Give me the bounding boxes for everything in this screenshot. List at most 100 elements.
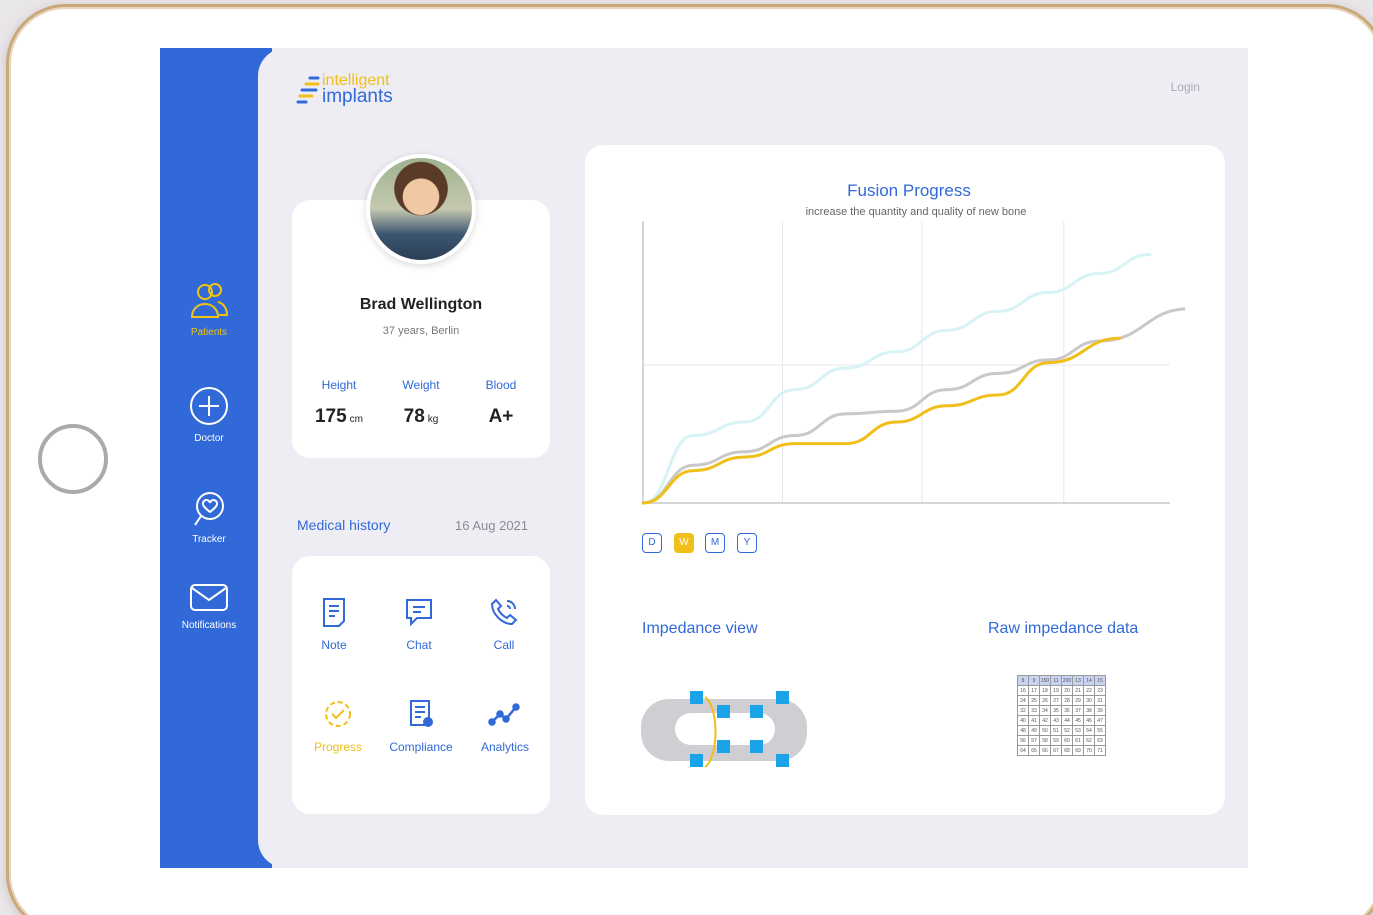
login-link[interactable]: Login: [1171, 80, 1200, 94]
actions-card: Note Chat Call Progress Compliance Analy…: [292, 556, 550, 814]
table-cell: 17: [1028, 685, 1040, 696]
table-cell: 42: [1039, 715, 1051, 726]
table-cell: 52: [1061, 725, 1073, 736]
sidebar-item-label: Patients: [190, 327, 228, 338]
raw-impedance-title[interactable]: Raw impedance data: [988, 620, 1138, 638]
table-cell: 22: [1083, 685, 1095, 696]
sidebar-item-doctor[interactable]: Doctor: [160, 385, 258, 444]
stat-value: 175 cm: [314, 406, 364, 427]
range-month-button[interactable]: M: [705, 533, 725, 553]
chat-icon: [406, 599, 432, 627]
table-cell: 49: [1028, 725, 1040, 736]
table-cell: 43: [1050, 715, 1062, 726]
table-cell: 68: [1061, 745, 1073, 756]
table-row: 48 49 50 51 52 53 54 55: [1017, 725, 1106, 736]
avatar[interactable]: [366, 154, 476, 264]
table-row: 8 9 150 11 200 13 14 15: [1017, 675, 1106, 686]
table-cell: 59: [1050, 735, 1062, 746]
range-year-button[interactable]: Y: [737, 533, 757, 553]
analytics-icon: [488, 703, 520, 726]
table-cell: 34: [1039, 705, 1051, 716]
users-icon: [190, 283, 229, 318]
stat-height: Height 175 cm: [299, 378, 379, 428]
range-week-button[interactable]: W: [674, 533, 694, 553]
table-row: 40 41 42 43 44 45 46 47: [1017, 715, 1106, 726]
brand-line2: implants: [322, 86, 393, 107]
chart-title: Fusion Progress: [847, 181, 971, 200]
table-cell: 55: [1094, 725, 1106, 736]
table-cell: 14: [1083, 675, 1095, 686]
action-compliance[interactable]: Compliance: [381, 698, 461, 754]
sidebar-item-tracker[interactable]: Tracker: [160, 490, 258, 545]
action-chat[interactable]: Chat: [379, 596, 459, 652]
table-cell: 46: [1083, 715, 1095, 726]
action-call[interactable]: Call: [464, 596, 544, 652]
table-cell: 11: [1050, 675, 1062, 686]
impedance-view-title[interactable]: Impedance view: [642, 620, 758, 638]
compliance-icon: [410, 700, 433, 727]
stat-weight: Weight 78 kg: [381, 378, 461, 428]
action-note[interactable]: Note: [294, 596, 374, 652]
sidebar-item-label: Doctor: [194, 433, 224, 444]
stat-label: Blood: [485, 378, 517, 392]
sidebar-item-notifications[interactable]: Notifications: [160, 582, 258, 631]
table-cell: 15: [1094, 675, 1106, 686]
table-cell: 21: [1072, 685, 1084, 696]
action-label: Compliance: [389, 740, 453, 754]
main-content: intelligent implants Login Brad Wellingt…: [258, 48, 1248, 868]
table-cell: 65: [1028, 745, 1040, 756]
table-cell: 27: [1050, 695, 1062, 706]
table-cell: 47: [1094, 715, 1106, 726]
table-cell: 29: [1072, 695, 1084, 706]
stat-blood: Blood A+: [461, 378, 541, 428]
table-cell: 45: [1072, 715, 1084, 726]
table-cell: 19: [1050, 685, 1062, 696]
action-analytics[interactable]: Analytics: [465, 698, 545, 754]
sidebar-item-label: Tracker: [192, 534, 226, 545]
table-cell: 20: [1061, 685, 1073, 696]
table-cell: 32: [1017, 705, 1029, 716]
stat-label: Weight: [402, 378, 440, 392]
table-cell: 53: [1072, 725, 1084, 736]
table-cell: 41: [1028, 715, 1040, 726]
action-label: Progress: [313, 740, 363, 754]
medical-history-title[interactable]: Medical history: [297, 517, 390, 533]
sidebar-item-label: Notifications: [181, 620, 237, 631]
fusion-progress-card: Fusion Progress increase the quantity an…: [585, 145, 1225, 815]
table-cell: 54: [1083, 725, 1095, 736]
stat-value: A+: [488, 406, 514, 427]
table-cell: 67: [1050, 745, 1062, 756]
stat-label: Height: [321, 378, 357, 392]
action-progress[interactable]: Progress: [298, 698, 378, 754]
series-line-1: [641, 307, 1185, 505]
impedance-implant-diagram[interactable]: [639, 691, 819, 781]
table-cell: 56: [1017, 735, 1029, 746]
table-cell: 9: [1028, 675, 1040, 686]
range-day-button[interactable]: D: [642, 533, 662, 553]
table-cell: 16: [1017, 685, 1029, 696]
call-icon: [490, 598, 518, 626]
table-cell: 23: [1094, 685, 1106, 696]
table-cell: 57: [1028, 735, 1040, 746]
action-label: Call: [493, 638, 515, 652]
table-row: 64 65 66 67 68 69 70 71: [1017, 745, 1106, 756]
home-button[interactable]: [38, 424, 108, 494]
table-row: 24 25 26 27 28 29 30 31: [1017, 695, 1106, 706]
sidebar: Patients Doctor Tracker Notifications: [160, 48, 272, 868]
action-label: Analytics: [480, 740, 530, 754]
medical-history-date: 16 Aug 2021: [455, 518, 529, 533]
patient-meta: 37 years, Berlin: [382, 325, 460, 337]
table-cell: 61: [1072, 735, 1084, 746]
patient-name: Brad Wellington: [359, 296, 483, 313]
series-line-2: [641, 336, 1122, 505]
table-cell: 40: [1017, 715, 1029, 726]
app-screen: Patients Doctor Tracker Notifications in…: [160, 48, 1248, 868]
raw-impedance-table[interactable]: 8 9 150 11 200 13 14 15 16 17 18 19 20 21 22 23 24 25 26 27…: [1017, 675, 1106, 756]
table-row: 56 57 58 59 60 61 62 63: [1017, 735, 1106, 746]
sidebar-item-patients[interactable]: Patients: [160, 281, 258, 338]
table-cell: 25: [1028, 695, 1040, 706]
table-cell: 62: [1083, 735, 1095, 746]
table-cell: 63: [1094, 735, 1106, 746]
table-cell: 58: [1039, 735, 1051, 746]
heart-search-icon: [194, 492, 224, 526]
